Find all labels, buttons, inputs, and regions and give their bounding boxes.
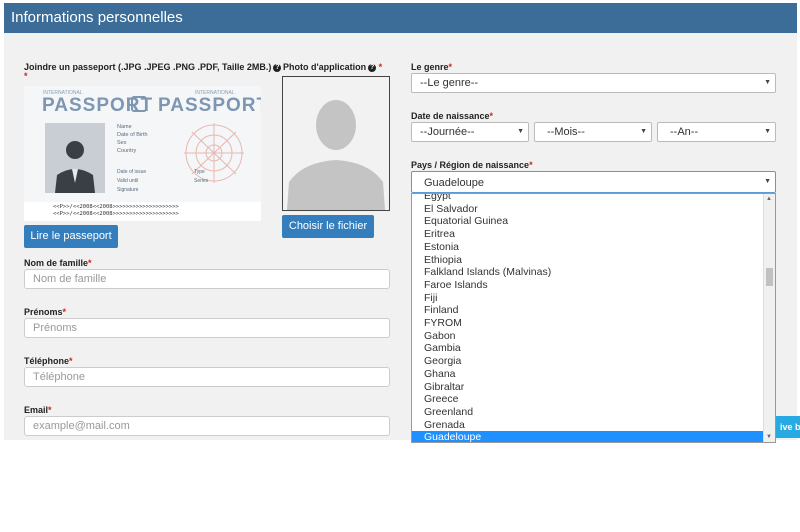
photo-required-mark: * [378,62,383,72]
passport-field-valid: Valid until [117,178,139,184]
pays-option[interactable]: Eritrea [412,228,765,241]
read-passport-button[interactable]: Lire le passeport [24,225,118,248]
passport-required-mark: * [24,71,28,81]
passport-label: Joindre un passeport (.JPG .JPEG .PNG .P… [24,62,282,72]
passport-label-text: Joindre un passeport (.JPG .JPEG .PNG .P… [24,62,272,72]
passport-sample-image: INTERNATIONAL INTERNATIONAL PASSPORT PAS… [24,86,261,221]
pays-option[interactable]: Guadeloupe [412,431,765,442]
passport-rosette-icon [184,123,244,183]
pays-option[interactable]: FYROM [412,317,765,330]
passport-field-name: Name [117,124,132,130]
choose-file-button[interactable]: Choisir le fichier [282,215,374,238]
pays-option[interactable]: Falkland Islands (Malvinas) [412,266,765,279]
genre-value: --Le genre-- [420,77,479,89]
passport-type-fields: Type Series [194,168,208,186]
month-select[interactable]: --Mois-- ▼ [534,122,652,142]
passport-mrz: <<P>>/<<2008<<2008>>>>>>>>>>>>>>>>>>>> <… [53,204,179,218]
photo-preview [282,76,390,211]
passport-word-right: PASSPORT [158,95,261,116]
nom-placeholder: Nom de famille [33,273,107,285]
prenoms-input[interactable]: Prénoms [24,318,390,338]
nom-label-text: Nom de famille [24,258,89,268]
photo-label-text: Photo d'application [283,62,367,72]
caret-down-icon: ▼ [764,128,771,135]
photo-label: Photo d'application? * [283,62,382,72]
email-label: Email* [24,405,52,415]
pays-option[interactable]: Greenland [412,406,765,419]
pays-option[interactable]: Faroe Islands [412,279,765,292]
email-placeholder: example@mail.com [33,420,130,432]
day-select[interactable]: --Journée-- ▼ [411,122,529,142]
pays-option[interactable]: Ethiopia [412,254,765,267]
pays-option[interactable]: Estonia [412,241,765,254]
pays-option[interactable]: Egypt [412,194,765,203]
passport-field-issue: Date of issue [117,169,147,175]
pays-option[interactable]: Gibraltar [412,381,765,394]
passport-person-icon [55,141,95,193]
telephone-label: Téléphone* [24,356,73,366]
page-title: Informations personnelles [11,9,183,26]
caret-down-icon: ▼ [640,128,647,135]
pays-option[interactable]: Grenada [412,419,765,432]
telephone-input[interactable]: Téléphone [24,367,390,387]
pays-value: Guadeloupe [424,177,484,189]
passport-field-dob: Date of Birth [117,132,148,138]
naissance-label-text: Date de naissance [411,111,490,121]
genre-select[interactable]: --Le genre-- ▼ [411,73,776,93]
pays-option[interactable]: Finland [412,304,765,317]
year-select[interactable]: --An-- ▼ [657,122,776,142]
pays-label-text: Pays / Région de naissance [411,160,530,170]
prenoms-label-text: Prénoms [24,307,63,317]
caret-down-icon: ▼ [764,79,771,86]
naissance-label: Date de naissance* [411,111,494,121]
live-chat-button[interactable]: ive be [776,416,800,438]
scroll-up-icon[interactable]: ▲ [766,196,772,202]
caret-down-icon: ▼ [517,128,524,135]
scroll-down-icon[interactable]: ▼ [766,434,772,440]
month-value: --Mois-- [547,126,585,138]
passport-field-type: Type [194,169,205,175]
telephone-label-text: Téléphone [24,356,70,366]
pays-option[interactable]: El Salvador [412,203,765,216]
prenoms-label: Prénoms* [24,307,67,317]
avatar-silhouette-icon [283,77,389,210]
passport-field-sex: Sex [117,140,127,146]
pays-option[interactable]: Greece [412,393,765,406]
pays-option[interactable]: Ghana [412,368,765,381]
page-header: Informations personnelles [4,3,797,33]
pays-option[interactable]: Fiji [412,292,765,305]
email-input[interactable]: example@mail.com [24,416,390,436]
genre-label: Le genre* [411,62,453,72]
passport-fields: Name Date of Birth Sex Country [117,123,148,155]
pays-option[interactable]: Gambia [412,342,765,355]
email-label-text: Email [24,405,49,415]
pays-select[interactable]: Guadeloupe ▼ [411,171,776,193]
scrollbar-thumb[interactable] [766,268,773,286]
caret-down-icon: ▼ [764,178,771,185]
pays-option[interactable]: Equatorial Guinea [412,215,765,228]
nom-input[interactable]: Nom de famille [24,269,390,289]
dropdown-scrollbar[interactable]: ▲ ▼ [763,194,775,442]
passport-photo [45,123,105,193]
prenoms-placeholder: Prénoms [33,322,78,334]
help-icon[interactable]: ? [273,63,282,72]
pays-option[interactable]: Gabon [412,330,765,343]
telephone-placeholder: Téléphone [33,371,85,383]
passport-mrz-line2: <<P>>/<<2008<<2008>>>>>>>>>>>>>>>>>>>> [53,211,179,217]
help-icon[interactable]: ? [368,63,377,72]
pays-dropdown-list[interactable]: Egypt El Salvador Equatorial Guinea Eritrea… [411,193,776,443]
genre-label-text: Le genre [411,62,449,72]
nom-label: Nom de famille* [24,258,92,268]
day-value: --Journée-- [420,126,475,138]
pays-label: Pays / Région de naissance* [411,160,533,170]
passport-issue-fields: Date of issue Valid until Signature [117,168,146,195]
year-value: --An-- [670,126,699,138]
passport-field-series: Series [194,178,209,184]
passport-emblem-icon [131,96,147,112]
passport-mrz-line1: <<P>>/<<2008<<2008>>>>>>>>>>>>>>>>>>>> [53,204,179,210]
pays-option[interactable]: Georgia [412,355,765,368]
passport-field-country: Country [117,148,137,154]
passport-field-signature: Signature [117,187,139,193]
